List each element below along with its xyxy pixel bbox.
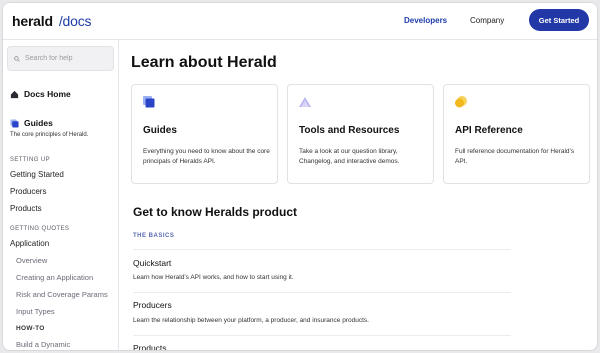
get-started-button[interactable]: Get Started (529, 9, 589, 31)
card-api-reference[interactable]: API Reference Full reference documentati… (443, 84, 590, 184)
card-title: Guides (143, 125, 177, 136)
section-setting-up: SETTING UP (10, 157, 51, 163)
sidebar-item-overview[interactable]: Overview (16, 256, 47, 265)
card-title: API Reference (455, 125, 523, 136)
main-content: Learn about Herald Guides Everything you… (119, 40, 597, 350)
logo-suffix: /docs (58, 13, 92, 29)
section-getting-quotes: GETTING QUOTES (10, 226, 70, 232)
row-title-products[interactable]: Products (133, 343, 167, 350)
sidebar-item-producers[interactable]: Producers (10, 187, 46, 196)
section-how-to: HOW-TO (16, 325, 45, 332)
row-desc-quickstart: Learn how Herald’s API works, and how to… (133, 274, 294, 281)
sidebar: Docs Home Guides The core principles of … (3, 40, 119, 350)
app-frame: herald/docs Developers Company Get Start… (2, 2, 598, 351)
search-box[interactable] (7, 46, 114, 71)
sidebar-item-risk-coverage[interactable]: Risk and Coverage Params (16, 290, 108, 299)
sidebar-item-products[interactable]: Products (10, 204, 42, 213)
sidebar-item-guides[interactable]: Guides (10, 118, 53, 128)
section-title: Get to know Heralds product (133, 205, 298, 219)
sidebar-item-application[interactable]: Application (10, 239, 49, 248)
sidebar-item-creating-application[interactable]: Creating an Application (16, 273, 93, 282)
page-title: Learn about Herald (131, 54, 277, 71)
logo-brand: herald (12, 13, 53, 29)
row-title-quickstart[interactable]: Quickstart (133, 258, 171, 268)
divider (133, 249, 511, 250)
row-desc-producers: Learn the relationship between your plat… (133, 317, 369, 324)
sidebar-item-docs-home[interactable]: Docs Home (10, 89, 71, 99)
guides-icon (143, 96, 155, 108)
search-input[interactable] (25, 55, 113, 62)
sidebar-item-build-dynamic[interactable]: Build a Dynamic (16, 340, 70, 349)
tools-icon (299, 97, 311, 107)
guides-icon (10, 118, 19, 128)
card-description: Full reference documentation for Herald’… (455, 148, 575, 165)
row-title-producers[interactable]: Producers (133, 300, 172, 310)
sidebar-item-getting-started[interactable]: Getting Started (10, 170, 64, 179)
guides-description: The core principles of Herald. (10, 132, 89, 138)
sidebar-item-label: Guides (24, 118, 53, 128)
card-tools-resources[interactable]: Tools and Resources Take a look at our q… (287, 84, 434, 184)
search-icon (14, 55, 20, 62)
divider (133, 292, 511, 293)
sidebar-item-label: Docs Home (24, 89, 71, 99)
card-description: Everything you need to know about the co… (143, 148, 270, 165)
top-header: herald/docs Developers Company Get Start… (3, 3, 597, 40)
nav-company[interactable]: Company (470, 16, 504, 25)
card-description: Take a look at our question library, Cha… (299, 148, 400, 165)
site-logo[interactable]: herald/docs (12, 13, 91, 29)
card-title: Tools and Resources (299, 125, 400, 136)
api-icon (455, 96, 467, 108)
card-guides[interactable]: Guides Everything you need to know about… (131, 84, 278, 184)
sidebar-item-input-types[interactable]: Input Types (16, 307, 55, 316)
basics-label: THE BASICS (133, 233, 175, 239)
nav-developers[interactable]: Developers (404, 16, 447, 25)
divider (133, 335, 511, 336)
home-icon (10, 90, 19, 98)
